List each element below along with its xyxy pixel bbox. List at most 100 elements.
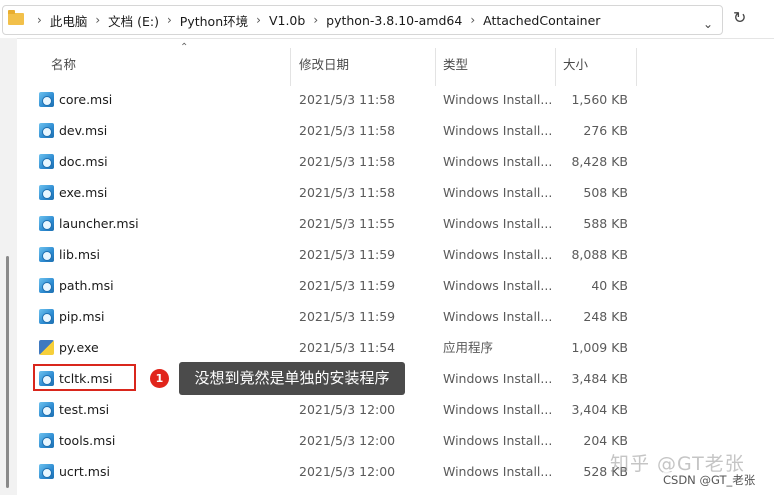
msi-icon [39, 92, 54, 107]
msi-icon [39, 402, 54, 417]
file-row[interactable]: tools.msi 2021/5/3 12:00 Windows Install..… [17, 425, 677, 456]
file-type: Windows Install... [443, 123, 553, 138]
msi-icon [39, 278, 54, 293]
breadcrumb-separator-icon[interactable]: › [256, 13, 261, 27]
step-badge: 1 [150, 369, 169, 388]
column-header-date[interactable]: 修改日期 [299, 54, 349, 73]
file-row[interactable]: test.msi 2021/5/3 12:00 Windows Install...… [17, 394, 677, 425]
breadcrumb-separator-icon[interactable]: › [167, 13, 172, 27]
column-divider[interactable] [636, 48, 637, 86]
file-row[interactable]: dev.msi 2021/5/3 11:58 Windows Install... 2… [17, 115, 677, 146]
file-row[interactable]: core.msi 2021/5/3 11:58 Windows Install...… [17, 84, 677, 115]
breadcrumb-separator-icon[interactable]: › [313, 13, 318, 27]
file-type: 应用程序 [443, 340, 494, 355]
msi-icon [39, 464, 54, 479]
refresh-icon[interactable]: ↻ [733, 9, 746, 27]
file-name: core.msi [59, 92, 113, 107]
file-date: 2021/5/3 11:59 [299, 247, 396, 262]
file-icon-wrapper [39, 92, 54, 107]
column-divider[interactable] [555, 48, 556, 86]
file-type: Windows Install... [443, 464, 553, 479]
breadcrumb-separator-icon[interactable]: › [37, 13, 42, 27]
column-divider[interactable] [435, 48, 436, 86]
file-size: 1,009 KB [571, 340, 628, 355]
file-size: 588 KB [583, 216, 628, 231]
file-name: lib.msi [59, 247, 101, 262]
column-header-name[interactable]: 名称 [51, 54, 76, 73]
file-row[interactable]: py.exe 2021/5/3 11:54 应用程序 1,009 KB [17, 332, 677, 363]
annotation-callout: 没想到竟然是单独的安装程序 [179, 362, 405, 395]
column-header-type[interactable]: 类型 [443, 54, 468, 73]
file-row[interactable]: launcher.msi 2021/5/3 11:55 Windows Instal… [17, 208, 677, 239]
file-type: Windows Install... [443, 216, 553, 231]
file-date: 2021/5/3 11:59 [299, 309, 396, 324]
file-type: Windows Install... [443, 402, 553, 417]
file-icon-wrapper [39, 123, 54, 138]
breadcrumb-item[interactable]: python-3.8.10-amd64 [326, 13, 462, 28]
file-size: 248 KB [583, 309, 628, 324]
navigation-pane [0, 38, 17, 495]
file-icon-wrapper [39, 247, 54, 262]
file-size: 1,560 KB [571, 92, 628, 107]
msi-icon [39, 185, 54, 200]
file-size: 3,404 KB [571, 402, 628, 417]
file-name: path.msi [59, 278, 114, 293]
msi-icon [39, 123, 54, 138]
file-row[interactable]: lib.msi 2021/5/3 11:59 Windows Install... 8… [17, 239, 677, 270]
exe-icon [39, 340, 54, 355]
file-name: exe.msi [59, 185, 108, 200]
chevron-down-icon[interactable]: ⌄ [703, 17, 713, 31]
breadcrumb-item[interactable]: V1.0b [269, 13, 305, 28]
sort-ascending-icon: ⌃ [180, 42, 189, 53]
file-row[interactable]: path.msi 2021/5/3 11:59 Windows Install...… [17, 270, 677, 301]
breadcrumb-item[interactable]: 此电脑 [50, 11, 88, 30]
breadcrumb-separator-icon[interactable]: › [95, 13, 100, 27]
highlight-box [33, 364, 136, 391]
file-date: 2021/5/3 12:00 [299, 433, 396, 448]
file-icon-wrapper [39, 154, 54, 169]
msi-icon [39, 247, 54, 262]
msi-icon [39, 216, 54, 231]
breadcrumb-item[interactable]: 文档 (E:) [108, 11, 159, 30]
file-date: 2021/5/3 12:00 [299, 402, 396, 417]
navigation-scrollbar[interactable] [6, 256, 9, 488]
file-name: ucrt.msi [59, 464, 110, 479]
file-type: Windows Install... [443, 185, 553, 200]
file-icon-wrapper [39, 433, 54, 448]
file-type: Windows Install... [443, 371, 553, 386]
file-date: 2021/5/3 11:55 [299, 216, 396, 231]
file-name: dev.msi [59, 123, 108, 138]
breadcrumb-item[interactable]: AttachedContainer [483, 13, 600, 28]
file-row[interactable]: doc.msi 2021/5/3 11:58 Windows Install... 8… [17, 146, 677, 177]
file-type: Windows Install... [443, 154, 553, 169]
file-row[interactable]: ucrt.msi 2021/5/3 12:00 Windows Install...… [17, 456, 677, 487]
file-name: launcher.msi [59, 216, 139, 231]
breadcrumb-item[interactable]: Python环境 [180, 11, 248, 30]
breadcrumb-separator-icon[interactable]: › [470, 13, 475, 27]
msi-icon [39, 433, 54, 448]
file-icon-wrapper [39, 402, 54, 417]
file-type: Windows Install... [443, 278, 553, 293]
file-row[interactable]: exe.msi 2021/5/3 11:58 Windows Install... 5… [17, 177, 677, 208]
csdn-watermark: CSDN @GT_老张 [663, 472, 756, 488]
file-type: Windows Install... [443, 433, 553, 448]
file-icon-wrapper [39, 185, 54, 200]
msi-icon [39, 154, 54, 169]
file-size: 8,428 KB [571, 154, 628, 169]
file-name: pip.msi [59, 309, 105, 324]
address-bar: › 此电脑 › 文档 (E:) › Python环境 › V1.0b › python-3.8.1… [0, 0, 774, 39]
file-name: test.msi [59, 402, 110, 417]
file-date: 2021/5/3 11:58 [299, 185, 396, 200]
column-divider[interactable] [290, 48, 291, 86]
address-box[interactable]: › 此电脑 › 文档 (E:) › Python环境 › V1.0b › python-3.8.1… [2, 5, 723, 35]
folder-icon [8, 10, 24, 25]
file-date: 2021/5/3 11:59 [299, 278, 396, 293]
file-icon-wrapper [39, 340, 54, 355]
file-name: tools.msi [59, 433, 116, 448]
file-icon-wrapper [39, 278, 54, 293]
file-type: Windows Install... [443, 92, 553, 107]
file-size: 508 KB [583, 185, 628, 200]
file-row[interactable]: pip.msi 2021/5/3 11:59 Windows Install... 2… [17, 301, 677, 332]
column-header-size[interactable]: 大小 [563, 54, 588, 73]
file-size: 40 KB [591, 278, 628, 293]
